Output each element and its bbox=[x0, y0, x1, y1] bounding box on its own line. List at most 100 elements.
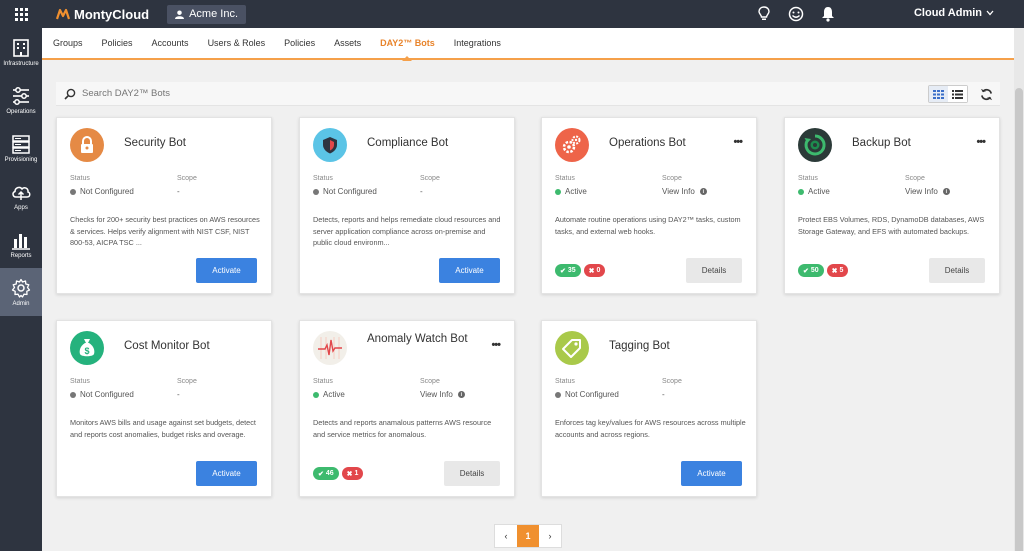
tab-assets[interactable]: Assets bbox=[334, 27, 361, 59]
search-input[interactable] bbox=[82, 88, 382, 99]
app-grid-icon[interactable] bbox=[0, 0, 42, 28]
list-view-icon[interactable] bbox=[948, 86, 967, 102]
status-text: Not Configured bbox=[80, 390, 134, 399]
money-bag-icon: $ bbox=[70, 331, 104, 365]
sliders-icon bbox=[13, 86, 29, 105]
sidebar-item-label: Operations bbox=[6, 108, 36, 115]
tab-accounts[interactable]: Accounts bbox=[152, 27, 189, 59]
bot-title: Backup Bot bbox=[852, 137, 911, 149]
search-icon bbox=[64, 88, 76, 100]
cloud-upload-icon bbox=[12, 186, 31, 200]
status-label: Status bbox=[313, 378, 333, 385]
tab-integrations[interactable]: Integrations bbox=[454, 27, 501, 59]
tab-policies-2[interactable]: Policies bbox=[284, 27, 315, 59]
bot-card-operations: Operations Bot ••• Status Scope Active V… bbox=[541, 117, 757, 294]
bot-card-backup: Backup Bot ••• Status Scope Active View … bbox=[784, 117, 1000, 294]
tab-users-roles[interactable]: Users & Roles bbox=[208, 27, 266, 59]
info-icon[interactable]: i bbox=[457, 391, 465, 398]
bot-card-compliance: Compliance Bot Status Scope Not Configur… bbox=[299, 117, 515, 294]
tab-bar: Groups Policies Accounts Users & Roles P… bbox=[42, 27, 1014, 61]
sidebar-item-provisioning[interactable]: Provisioning bbox=[0, 124, 42, 172]
bot-card-security: Security Bot Status Scope Not Configured… bbox=[56, 117, 272, 294]
svg-text:$: $ bbox=[84, 346, 89, 356]
bot-description: Automate routine operations using DAY2™ … bbox=[555, 215, 741, 236]
brand-logo[interactable]: MontyCloud bbox=[56, 7, 149, 22]
prev-page-button[interactable]: ‹ bbox=[495, 525, 517, 547]
info-icon[interactable]: i bbox=[942, 188, 950, 195]
pass-count: 50 bbox=[810, 267, 819, 274]
next-page-button[interactable]: › bbox=[539, 525, 561, 547]
tab-groups[interactable]: Groups bbox=[53, 27, 83, 59]
status-dot bbox=[313, 391, 319, 398]
more-options-icon[interactable]: ••• bbox=[976, 136, 986, 148]
status-value: Active bbox=[313, 390, 345, 399]
status-value: Not Configured bbox=[555, 390, 619, 399]
smiley-icon[interactable] bbox=[787, 4, 805, 24]
scope-label: Scope bbox=[177, 378, 197, 385]
backup-icon bbox=[798, 128, 832, 162]
org-switcher[interactable]: Acme Inc. bbox=[167, 4, 246, 24]
fail-count: 0 bbox=[596, 267, 601, 274]
search-bar bbox=[56, 82, 1000, 106]
pass-badge: ✔ 35 bbox=[555, 264, 581, 277]
activate-button[interactable]: Activate bbox=[439, 258, 500, 283]
fail-badge: ✖ 5 bbox=[826, 264, 849, 277]
check-icon: ✔ bbox=[318, 470, 324, 478]
check-icon: ✔ bbox=[560, 267, 566, 275]
status-dot bbox=[555, 391, 561, 398]
user-name: Cloud Admin bbox=[913, 7, 982, 19]
sidebar-item-apps[interactable]: Apps bbox=[0, 172, 42, 220]
activate-button[interactable]: Activate bbox=[196, 258, 257, 283]
cross-icon: ✖ bbox=[588, 267, 595, 275]
bar-chart-icon bbox=[12, 233, 30, 250]
grid-view-icon[interactable] bbox=[929, 86, 948, 102]
sidebar-item-operations[interactable]: Operations bbox=[0, 76, 42, 124]
page-1-button[interactable]: 1 bbox=[517, 525, 539, 547]
bot-card-cost-monitor: $ Cost Monitor Bot Status Scope Not Conf… bbox=[56, 320, 272, 497]
bot-title: Tagging Bot bbox=[609, 340, 670, 352]
view-toggle bbox=[928, 85, 968, 103]
scope-label: Scope bbox=[662, 378, 682, 385]
bot-description: Detects and reports anamalous patterns A… bbox=[313, 418, 492, 439]
sidebar: Infrastructure Operations Provisioning A… bbox=[0, 28, 42, 551]
activate-button[interactable]: Activate bbox=[681, 461, 742, 486]
status-label: Status bbox=[555, 378, 575, 385]
sidebar-item-admin[interactable]: Admin bbox=[0, 268, 42, 316]
scrollbar[interactable] bbox=[1014, 28, 1024, 551]
details-button[interactable]: Details bbox=[929, 258, 985, 283]
info-icon[interactable]: i bbox=[699, 188, 707, 195]
more-options-icon[interactable]: ••• bbox=[733, 136, 743, 148]
pass-badge: ✔ 46 bbox=[313, 467, 339, 480]
view-info-link[interactable]: View Info i bbox=[662, 187, 707, 196]
details-button[interactable]: Details bbox=[686, 258, 742, 283]
status-value: Not Configured bbox=[70, 390, 134, 399]
bot-title: Operations Bot bbox=[609, 137, 686, 149]
sidebar-item-infrastructure[interactable]: Infrastructure bbox=[0, 28, 42, 76]
status-value: Not Configured bbox=[70, 187, 134, 196]
details-button[interactable]: Details bbox=[444, 461, 500, 486]
refresh-icon[interactable] bbox=[977, 85, 995, 103]
tab-day2-bots[interactable]: DAY2™ Bots bbox=[380, 27, 435, 61]
status-text: Active bbox=[323, 390, 345, 399]
scrollbar-thumb[interactable] bbox=[1015, 88, 1023, 551]
scope-label: Scope bbox=[420, 175, 440, 182]
sidebar-item-reports[interactable]: Reports bbox=[0, 220, 42, 268]
bell-icon[interactable] bbox=[819, 4, 837, 24]
scope-label: Scope bbox=[905, 175, 925, 182]
view-info-link[interactable]: View Info i bbox=[420, 390, 465, 399]
activate-button[interactable]: Activate bbox=[196, 461, 257, 486]
user-menu[interactable]: Cloud Admin bbox=[914, 7, 994, 19]
more-options-icon[interactable]: ••• bbox=[491, 339, 501, 351]
bot-card-anomaly-watch: Anomaly Watch Bot ••• Status Scope Activ… bbox=[299, 320, 515, 497]
tab-policies[interactable]: Policies bbox=[102, 27, 133, 59]
result-badges: ✔ 35 ✖ 0 bbox=[555, 264, 606, 277]
status-label: Status bbox=[313, 175, 333, 182]
bulb-icon[interactable] bbox=[755, 4, 773, 24]
user-icon bbox=[175, 9, 185, 19]
status-label: Status bbox=[70, 175, 90, 182]
fail-badge: ✖ 0 bbox=[583, 264, 606, 277]
bot-description: Protect EBS Volumes, RDS, DynamoDB datab… bbox=[798, 215, 985, 236]
brand-name: MontyCloud bbox=[74, 6, 150, 22]
fail-count: 1 bbox=[354, 470, 359, 477]
view-info-link[interactable]: View Info i bbox=[905, 187, 950, 196]
